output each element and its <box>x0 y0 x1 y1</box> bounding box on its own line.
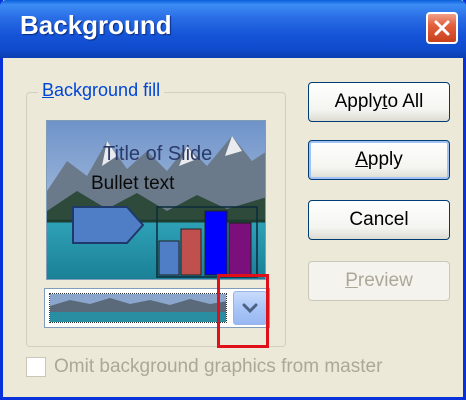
slide-preview: Title of Slide Bullet text <box>46 120 266 280</box>
chart-bar <box>228 222 252 276</box>
close-icon <box>434 20 450 36</box>
preview-slide-title: Title of Slide <box>103 143 213 165</box>
omit-graphics-row[interactable]: Omit background graphics from master <box>26 356 382 378</box>
preview-button[interactable]: Preview <box>308 261 450 301</box>
omit-graphics-checkbox[interactable] <box>26 357 46 377</box>
cancel-button[interactable]: Cancel <box>308 200 450 240</box>
apply-button[interactable]: Apply <box>308 140 450 180</box>
title-bar[interactable]: Background <box>0 0 466 58</box>
omit-graphics-label: Omit background graphics from master <box>54 356 383 377</box>
chart-bar <box>180 228 202 276</box>
background-fill-label: Background fill <box>38 80 165 101</box>
chart-bar <box>158 240 180 276</box>
preview-bullet-text: Bullet text <box>91 173 175 194</box>
dialog-title: Background <box>20 10 172 40</box>
arrow-shape <box>72 206 145 244</box>
chart-bar <box>204 210 228 276</box>
apply-to-all-button[interactable]: Apply to All <box>308 82 450 122</box>
red-highlight-box <box>217 274 269 348</box>
fill-swatch <box>49 293 227 323</box>
close-button[interactable] <box>426 12 458 44</box>
